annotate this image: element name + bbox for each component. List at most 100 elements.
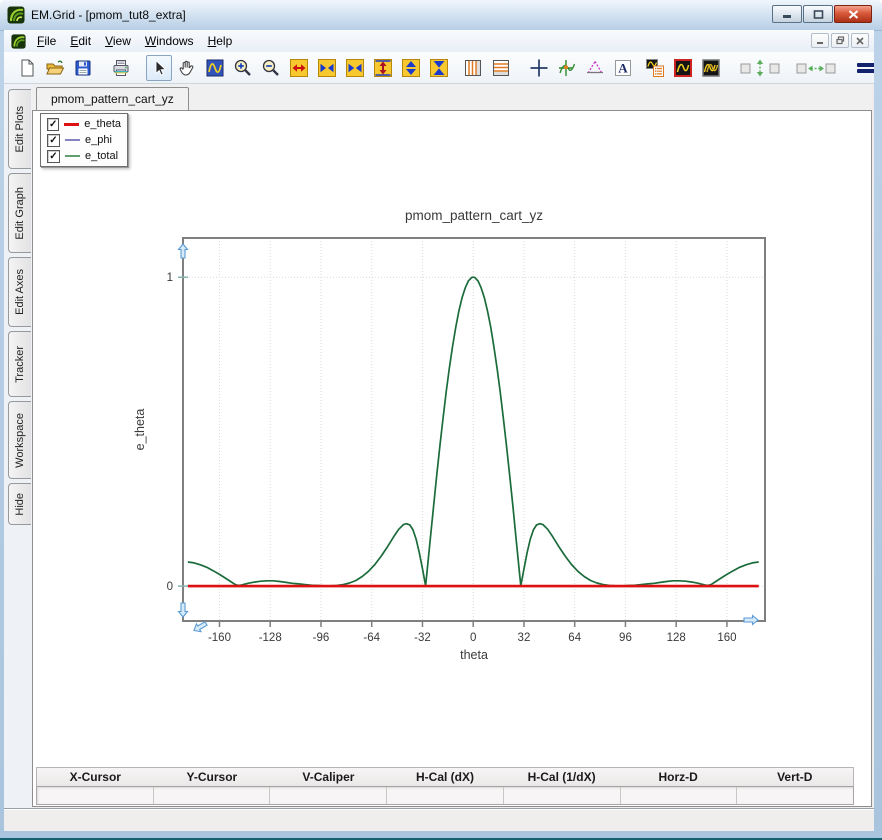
title-bar: EM.Grid - [pmom_tut8_extra] — [0, 0, 882, 31]
plot-tab-label: pmom_pattern_cart_yz — [51, 92, 174, 106]
zoom-in-x-axis-button[interactable] — [342, 55, 368, 81]
overlay-plots-button[interactable] — [698, 55, 724, 81]
legend-checkbox-e-theta[interactable]: ✓ — [47, 117, 60, 131]
readout-col-vert-d: Vert-D — [777, 770, 813, 784]
zoom-in-y-axis-button[interactable] — [426, 55, 452, 81]
side-tab-workspace[interactable]: Workspace — [8, 401, 31, 479]
x-tick-label: -160 — [208, 632, 231, 644]
side-tab-label: Edit Axes — [14, 269, 26, 315]
save-button[interactable] — [70, 55, 96, 81]
zoom-out-button[interactable] — [258, 55, 284, 81]
readout-col-h-cal-1-dx: H-Cal (1/dX) — [527, 770, 596, 784]
split-horizontal-button[interactable] — [792, 55, 840, 81]
pan-tool-button[interactable] — [174, 55, 200, 81]
menu-bar: File Edit View Windows Help — [4, 30, 874, 53]
legend-swatch-e-phi — [65, 139, 80, 141]
readout-col-x-cursor: X-Cursor — [69, 770, 121, 784]
x-tick-label: 160 — [717, 632, 736, 644]
side-tab-strip: Edit Plots Edit Graph Edit Axes Tracker Work… — [4, 84, 32, 809]
readout-cell-h-cal-dx — [387, 787, 504, 804]
readout-table: X-Cursor Y-Cursor V-Caliper H-Cal (dX) H-Cal… — [36, 767, 854, 805]
x-tick-label: 32 — [518, 632, 531, 644]
app-logo-icon — [7, 6, 25, 24]
side-tab-hide[interactable]: Hide — [8, 483, 31, 525]
menu-help[interactable]: Help — [201, 32, 240, 50]
document-logo-icon — [11, 33, 26, 49]
pointer-tool-button[interactable] — [146, 54, 172, 81]
single-plot-window-button[interactable] — [670, 55, 696, 81]
chart-title: pmom_pattern_cart_yz — [405, 208, 543, 223]
plot-tab[interactable]: pmom_pattern_cart_yz — [36, 87, 189, 110]
tab-strip: pmom_pattern_cart_yz — [32, 84, 872, 110]
legend-row-e-theta: ✓ e_theta — [41, 116, 127, 132]
close-button[interactable] — [834, 5, 872, 23]
split-vertical-button[interactable] — [736, 55, 784, 81]
caliper-button[interactable] — [582, 55, 608, 81]
app-window: EM.Grid - [pmom_tut8_extra] File Edit View… — [0, 0, 882, 840]
zoom-in-button[interactable] — [230, 55, 256, 81]
side-tab-label: Workspace — [14, 412, 26, 468]
legend-label: e_phi — [85, 134, 112, 146]
side-tab-label: Hide — [14, 492, 26, 516]
zoom-out-x-axis-button[interactable] — [314, 55, 340, 81]
autoscale-view-button[interactable] — [202, 55, 228, 81]
readout-col-v-caliper: V-Caliper — [302, 770, 355, 784]
readout-col-h-cal-dx: H-Cal (dX) — [416, 770, 475, 784]
legend-label: e_theta — [84, 118, 121, 130]
side-tab-edit-axes[interactable]: Edit Axes — [8, 257, 31, 327]
layout-button[interactable]: Layout — [852, 55, 874, 81]
readout-col-y-cursor: Y-Cursor — [186, 770, 238, 784]
crosshair-cursor-button[interactable] — [526, 55, 552, 81]
vertical-gridlines-button[interactable] — [460, 55, 486, 81]
readout-cell-vert-d — [737, 787, 853, 804]
legend-checkbox-e-phi[interactable]: ✓ — [47, 133, 60, 147]
svg-text:A: A — [618, 60, 628, 75]
tracker-button[interactable] — [554, 55, 580, 81]
toolbar: A Layout — [4, 52, 874, 84]
x-tick-label: 0 — [470, 632, 476, 644]
legend-checkbox-e-total[interactable]: ✓ — [47, 149, 60, 163]
side-tab-tracker[interactable]: Tracker — [8, 331, 31, 397]
mdi-minimize-button[interactable] — [811, 33, 829, 48]
mdi-restore-button[interactable] — [831, 33, 849, 48]
readout-col-horz-d: Horz-D — [658, 770, 698, 784]
zoom-out-y-axis-button[interactable] — [398, 55, 424, 81]
window-title: EM.Grid - [pmom_tut8_extra] — [31, 8, 186, 22]
legend-row-e-total: ✓ e_total — [41, 148, 127, 164]
menu-view[interactable]: View — [98, 32, 138, 50]
side-tab-edit-graph[interactable]: Edit Graph — [8, 173, 31, 253]
side-tab-label: Edit Graph — [14, 186, 26, 240]
readout-cell-y-cursor — [154, 787, 271, 804]
status-bar — [4, 808, 874, 831]
open-button[interactable] — [42, 55, 68, 81]
minimize-button[interactable] — [772, 5, 802, 23]
readout-cell-h-cal-1-dx — [504, 787, 621, 804]
expand-x-axis-button[interactable] — [286, 55, 312, 81]
legend-toggle-button[interactable] — [642, 55, 668, 81]
new-button[interactable] — [14, 55, 40, 81]
layout-icon — [857, 62, 874, 73]
chart[interactable]: -160 -128 -96 -64 -32 0 32 64 96 128 160 0 1 pmom_pat… — [130, 200, 780, 670]
mdi-close-button[interactable] — [851, 33, 869, 48]
y-axis-label: e_theta — [133, 409, 147, 451]
x-tick-label: -64 — [363, 632, 380, 644]
menu-windows[interactable]: Windows — [138, 32, 201, 50]
x-axis-label: theta — [460, 648, 488, 662]
x-tick-label: 96 — [619, 632, 632, 644]
readout-cell-v-caliper — [270, 787, 388, 804]
x-tick-label: -128 — [259, 632, 282, 644]
legend-label: e_total — [85, 150, 119, 162]
menu-file[interactable]: File — [30, 32, 63, 50]
menu-edit[interactable]: Edit — [63, 32, 98, 50]
horizontal-gridlines-button[interactable] — [488, 55, 514, 81]
workspace-area: Edit Plots Edit Graph Edit Axes Tracker Work… — [4, 84, 874, 831]
text-annotation-button[interactable]: A — [610, 55, 636, 81]
x-tick-label: -96 — [313, 632, 330, 644]
legend-swatch-e-total — [65, 155, 80, 157]
legend-row-e-phi: ✓ e_phi — [41, 132, 127, 148]
side-tab-edit-plots[interactable]: Edit Plots — [8, 89, 31, 169]
expand-y-axis-button[interactable] — [370, 55, 396, 81]
print-button[interactable] — [108, 55, 134, 81]
legend-swatch-e-theta — [64, 122, 80, 126]
maximize-button[interactable] — [803, 5, 833, 23]
